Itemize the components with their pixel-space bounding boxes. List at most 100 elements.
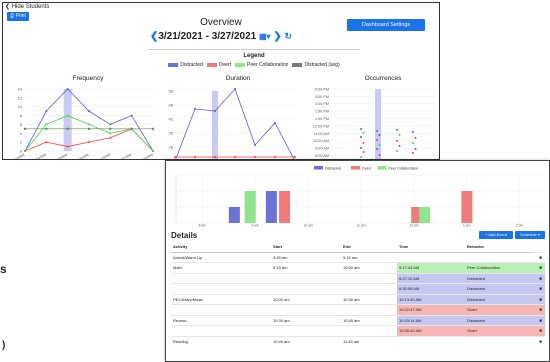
trash-icon[interactable]: ■	[539, 297, 542, 302]
row-actions: ■	[530, 251, 545, 263]
activity-cell: Arrival/Warm Up	[171, 251, 271, 263]
data-point	[45, 123, 48, 126]
partial-text-s: s	[0, 262, 7, 276]
x-tick-label: Thursday	[96, 152, 111, 160]
data-point	[88, 141, 90, 144]
occurrence-point	[362, 142, 365, 144]
time-cell: 9:17:43 AM	[397, 262, 465, 273]
trash-icon[interactable]: ■	[539, 339, 542, 344]
legend-swatch	[168, 62, 179, 67]
y-tick-label: 42	[169, 117, 174, 122]
row-actions: ■	[530, 304, 545, 315]
legend-item[interactable]: Overt	[206, 62, 232, 68]
data-point	[109, 123, 112, 126]
occurrence-point	[398, 134, 401, 136]
y-tick-label: 12	[18, 95, 23, 100]
calendar-icon[interactable]: ▦▾	[259, 32, 271, 41]
legend-item[interactable]: Distracted (avg)	[292, 62, 340, 68]
table-row[interactable]: Reading 10:45 am 11:45 am ■	[171, 335, 545, 347]
timeline-bar	[228, 207, 240, 223]
y-tick-label: 1:00 PM	[315, 117, 329, 121]
legend-label: Overt	[362, 167, 371, 171]
y-tick-label: 6	[20, 122, 23, 127]
behavior-cell	[465, 251, 531, 263]
legend-label: Peer Collaboration	[247, 62, 289, 68]
y-tick-label: 3:00 PM	[315, 102, 329, 106]
occurrences-chart: 5:00 PM 4:00 PM 3:00 PM 2:00 PM 1:00 PM 12:00…	[313, 87, 435, 159]
duration-chart-title: Duration	[225, 75, 251, 82]
table-row[interactable]: Recess 10:30 am 10:45 am 10:33:14 AM Distrac…	[171, 314, 545, 326]
occurrence-point	[398, 145, 401, 147]
table-row[interactable]: PE/Library/Music 10:00 am 10:30 am 10:13:40…	[171, 293, 545, 305]
legend-item[interactable]: Distracted	[168, 62, 203, 68]
trash-icon[interactable]: ■	[539, 318, 542, 323]
legend-label: Distracted	[180, 62, 203, 68]
timeline-bar	[265, 191, 277, 223]
trash-icon[interactable]: ■	[539, 286, 542, 291]
data-point	[130, 127, 133, 131]
start-cell	[271, 272, 341, 284]
row-actions: ■	[530, 283, 545, 294]
hide-students-link[interactable]: ❮ Hide Students	[5, 3, 49, 10]
data-point	[214, 110, 216, 112]
x-tick-label: Wednesday	[71, 152, 90, 160]
start-cell: 9:15 am	[271, 262, 341, 273]
y-tick-label: 11:00 AM	[313, 132, 329, 136]
behavior-cell: Overt	[465, 304, 531, 315]
table-header-row: Activity Start End Time Behavior	[171, 241, 545, 253]
data-point	[66, 127, 69, 131]
timeline-bar	[419, 207, 431, 223]
activity-cell	[171, 272, 271, 284]
time-cell: 9:30:06 AM	[397, 283, 465, 294]
schedule-button[interactable]: Schedule ▾	[515, 231, 545, 239]
trash-icon[interactable]: ■	[539, 265, 542, 270]
table-row[interactable]: Arrival/Warm Up 9:45 am 9:15 am ■	[171, 251, 545, 263]
data-point	[194, 156, 196, 158]
table-row[interactable]: 9:27:10 AM Distracted ■	[171, 272, 545, 284]
activity-cell	[171, 325, 271, 336]
col-start: Start	[271, 241, 341, 253]
table-row[interactable]: 9:30:06 AM Distracted ■	[171, 283, 545, 294]
overview-window: ❮ Hide Students ⎙ Print Overview ❮3/21/2…	[2, 2, 440, 160]
refresh-icon[interactable]: ↻	[285, 31, 293, 41]
occurrence-point	[376, 130, 378, 132]
dashboard-settings-button[interactable]: Dashboard Settings	[347, 19, 425, 31]
legend-label: Overt	[218, 62, 232, 68]
data-point	[294, 156, 296, 158]
details-window: Distracted Overt Peer Collaboration 8 am 9 a…	[165, 160, 550, 362]
occurrence-point	[362, 151, 365, 153]
legend-item[interactable]: Peer Collaboration	[235, 62, 288, 68]
occurrence-point	[396, 140, 398, 142]
behavior-cell: Distracted	[465, 293, 531, 305]
occurrence-point	[414, 137, 417, 139]
trash-icon[interactable]: ■	[539, 328, 542, 333]
data-point	[24, 150, 26, 152]
start-cell: 10:30 am	[271, 314, 341, 326]
trash-icon[interactable]: ■	[539, 255, 542, 260]
legend-swatch	[235, 62, 246, 67]
trash-icon[interactable]: ■	[539, 276, 542, 281]
start-cell: 10:00 am	[271, 293, 341, 305]
y-tick-label: 2	[20, 140, 23, 145]
chevron-right-icon[interactable]: ❯	[273, 31, 281, 42]
x-tick-label: Saturday	[139, 152, 154, 160]
legend-swatch	[206, 62, 217, 67]
legend-label: Distracted	[325, 167, 341, 171]
legend-label: Peer Collaboration	[389, 167, 419, 171]
y-tick-label: 35	[169, 131, 174, 136]
y-tick-label: 2:00 PM	[315, 110, 329, 114]
y-tick-label: 49	[169, 103, 174, 108]
data-point	[274, 122, 276, 124]
occurrence-point	[376, 139, 378, 141]
activity-cell: Recess	[171, 314, 271, 326]
behavior-cell	[465, 335, 531, 347]
end-cell: 11:45 am	[341, 335, 397, 347]
table-row[interactable]: 10:22:47 AM Overt ■	[171, 304, 545, 315]
highlight-band	[63, 89, 72, 151]
table-row[interactable]: 10:35:42 AM Overt ■	[171, 325, 545, 336]
table-row[interactable]: Math 9:15 am 10:00 am 9:17:43 AM Peer Collab…	[171, 262, 545, 273]
add-event-button[interactable]: + Add Event	[479, 231, 513, 239]
trash-icon[interactable]: ■	[539, 307, 542, 312]
occurrence-point	[396, 129, 398, 131]
x-tick-label: Monday	[34, 152, 47, 160]
